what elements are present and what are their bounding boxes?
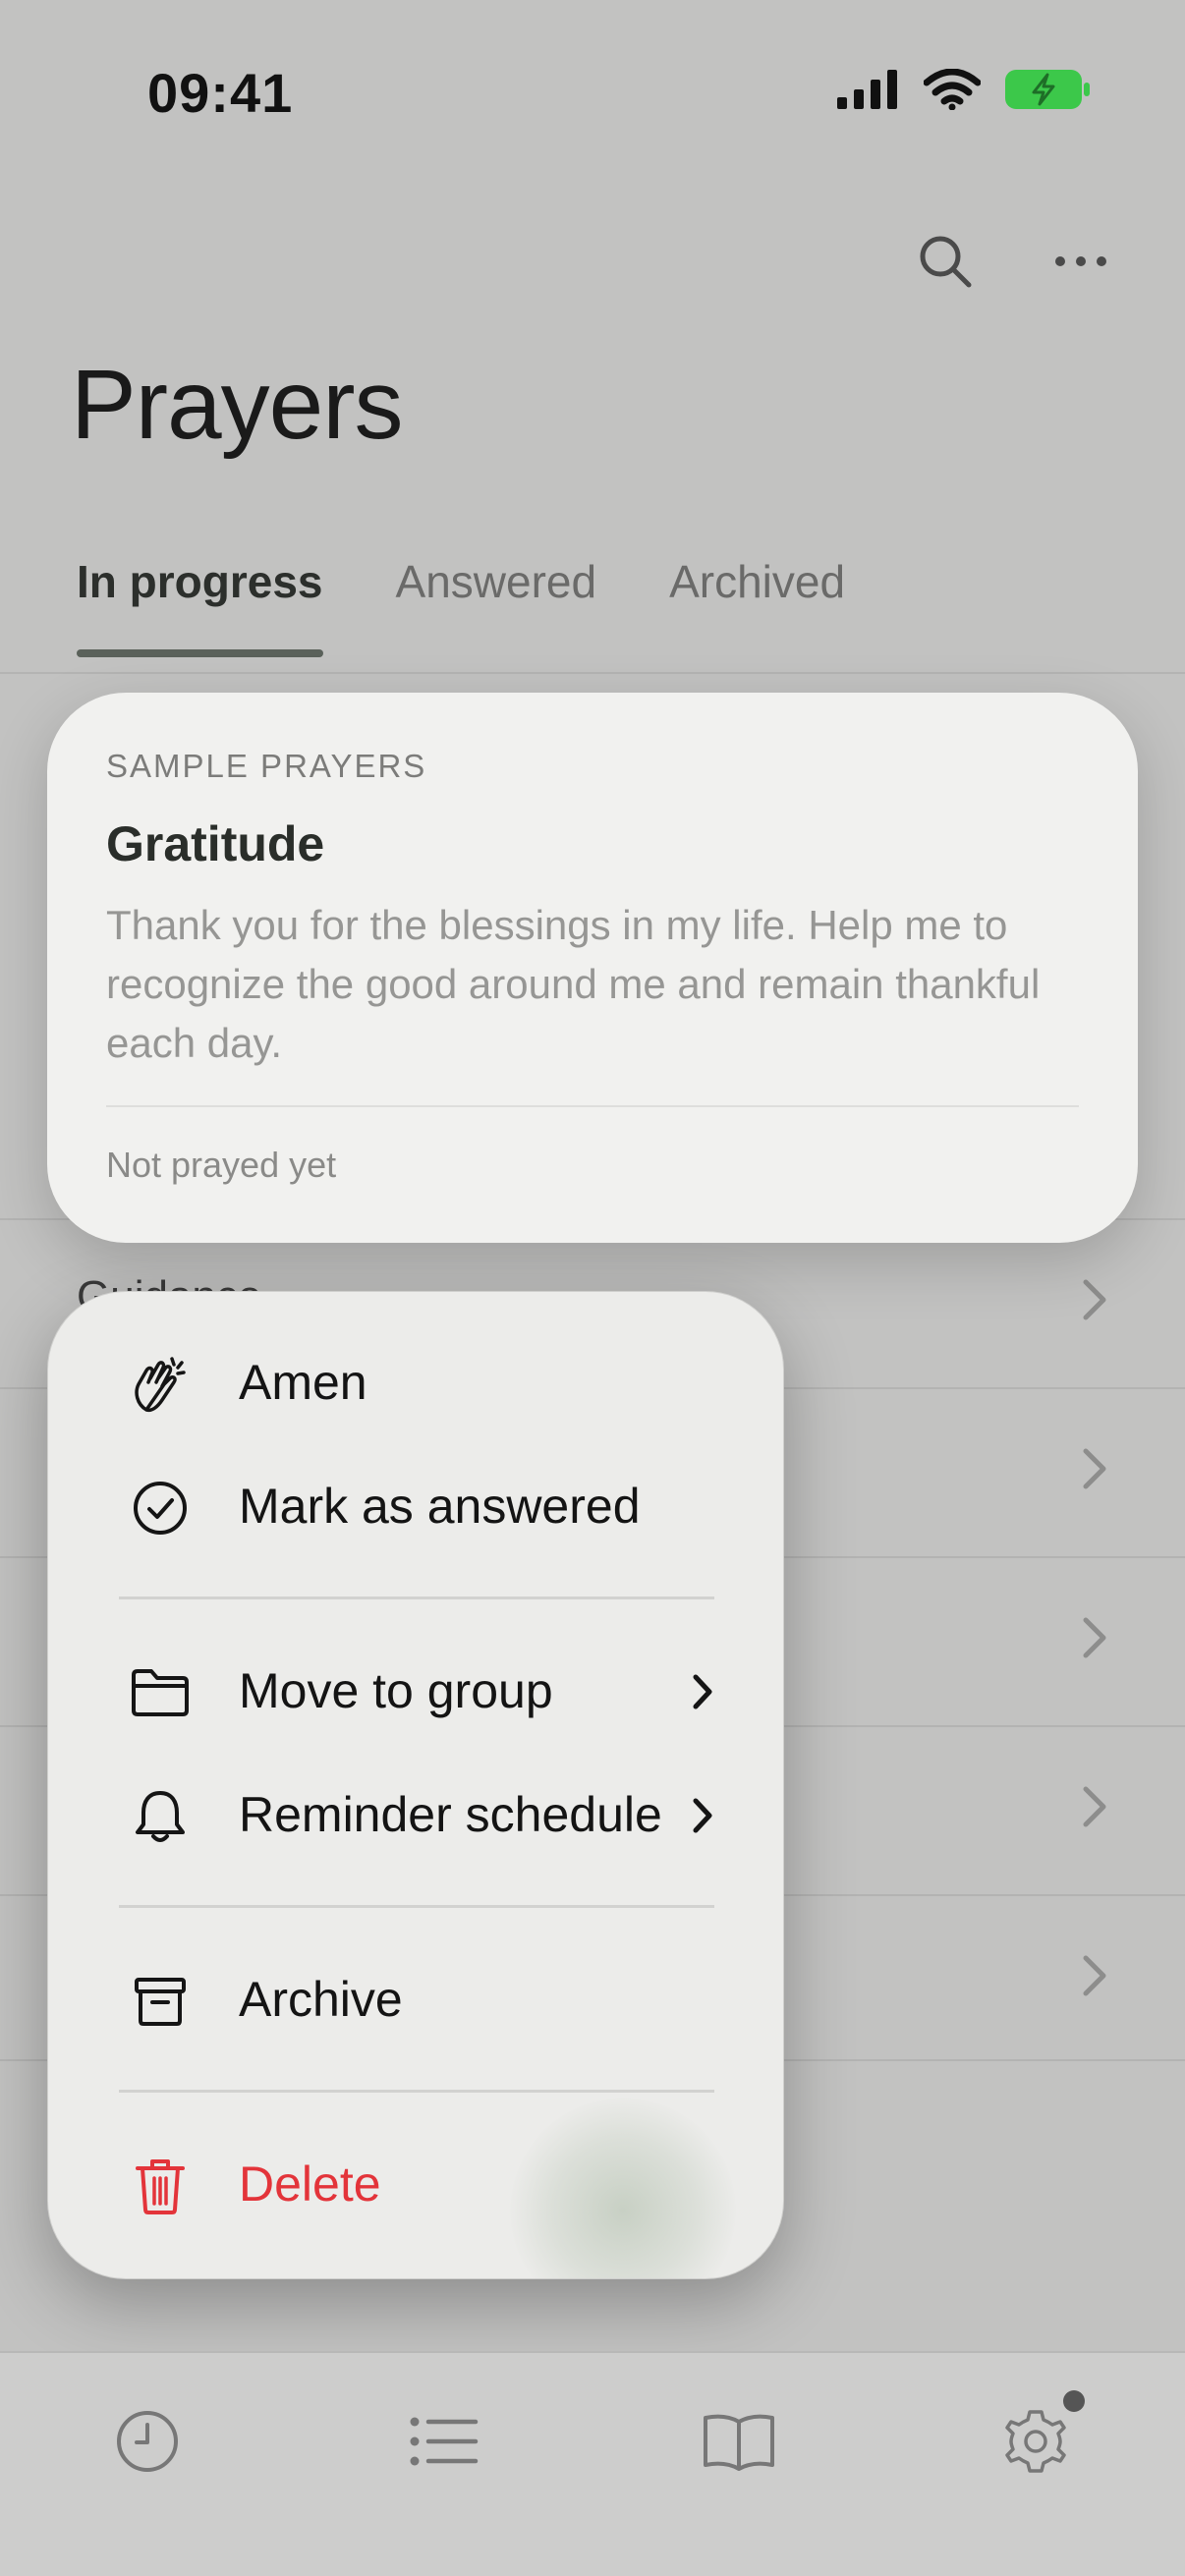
menu-item-label: Amen xyxy=(239,1355,367,1410)
card-body: Thank you for the blessings in my life. … xyxy=(106,902,1041,1066)
menu-item-reminder-schedule[interactable]: Reminder schedule xyxy=(48,1756,783,1874)
clapping-hands-icon xyxy=(129,1353,192,1416)
chevron-right-icon xyxy=(1083,1448,1106,1489)
archive-box-icon xyxy=(129,1970,192,2033)
menu-item-label: Move to group xyxy=(239,1663,553,1718)
more-button[interactable] xyxy=(1045,226,1116,297)
battery-charging-icon xyxy=(1005,70,1090,109)
card-divider xyxy=(106,1105,1079,1107)
segment-tabs: In progress Answered Archived xyxy=(77,555,845,657)
chevron-right-icon xyxy=(693,1674,712,1709)
settings-gear-icon xyxy=(1005,2410,1066,2473)
card-title: Gratitude xyxy=(106,816,325,871)
chevron-right-icon xyxy=(693,1798,712,1833)
chevron-right-icon xyxy=(1083,1617,1106,1658)
tab-answered[interactable]: Answered xyxy=(396,555,597,657)
bottom-tab-bar xyxy=(0,2351,1185,2576)
menu-item-label: Reminder schedule xyxy=(239,1787,662,1842)
tab-history[interactable] xyxy=(108,2402,187,2481)
menu-item-mark-answered[interactable]: Mark as answered xyxy=(48,1447,783,1565)
prayer-preview-card[interactable]: SAMPLE PRAYERS Gratitude Thank you for t… xyxy=(47,693,1138,1243)
card-status: Not prayed yet xyxy=(106,1145,337,1185)
book-icon xyxy=(704,2414,774,2471)
signal-icon xyxy=(837,70,897,109)
chevron-right-icon xyxy=(1083,1786,1106,1827)
menu-separator xyxy=(119,1905,714,1908)
page-title: Prayers xyxy=(71,350,404,460)
menu-item-amen[interactable]: Amen xyxy=(48,1323,783,1441)
search-icon xyxy=(920,236,972,288)
card-group-label: SAMPLE PRAYERS xyxy=(106,748,427,784)
menu-item-label: Mark as answered xyxy=(239,1479,641,1534)
context-menu: Amen Mark as answered Move to group Remi… xyxy=(47,1291,784,2279)
tab-archived[interactable]: Archived xyxy=(669,555,845,657)
list-icon xyxy=(410,2417,479,2466)
chevron-right-icon xyxy=(1083,1955,1106,1996)
wifi-icon xyxy=(924,69,981,110)
menu-item-archive[interactable]: Archive xyxy=(48,1940,783,2058)
menu-item-label: Archive xyxy=(239,1972,403,2027)
settings-badge xyxy=(1063,2390,1085,2412)
menu-item-move-to-group[interactable]: Move to group xyxy=(48,1632,783,1750)
bell-icon xyxy=(129,1785,192,1848)
chevron-right-icon xyxy=(1083,1279,1106,1320)
search-button[interactable] xyxy=(910,226,981,297)
clock-icon xyxy=(117,2411,178,2472)
folder-icon xyxy=(129,1661,192,1724)
tab-settings[interactable] xyxy=(996,2402,1075,2481)
tab-divider xyxy=(0,672,1185,674)
menu-item-delete[interactable]: Delete xyxy=(48,2125,783,2243)
check-circle-icon xyxy=(129,1477,192,1540)
tab-list[interactable] xyxy=(405,2402,483,2481)
menu-item-label: Delete xyxy=(239,2156,381,2212)
status-time: 09:41 xyxy=(147,62,294,124)
menu-separator xyxy=(119,1596,714,1599)
trash-icon xyxy=(129,2155,192,2217)
menu-separator xyxy=(119,2090,714,2093)
status-icons xyxy=(837,69,1091,110)
tab-library[interactable] xyxy=(700,2402,778,2481)
tab-in-progress[interactable]: In progress xyxy=(77,555,323,657)
more-icon xyxy=(1055,256,1106,266)
